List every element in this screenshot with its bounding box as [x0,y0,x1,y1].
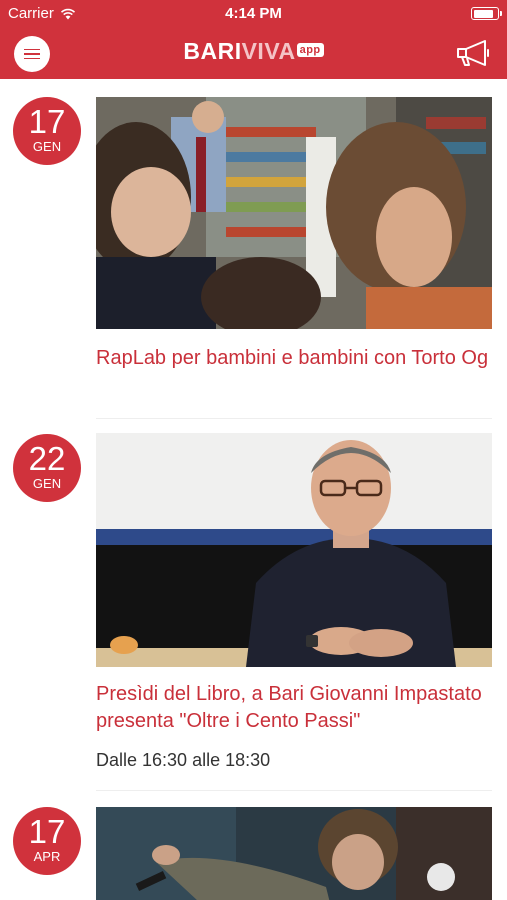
status-bar: Carrier 4:14 PM [0,0,507,26]
app-header: Carrier 4:14 PM BARIVIVA app [0,0,507,79]
event-image-performer[interactable] [96,807,492,900]
status-time: 4:14 PM [225,5,282,22]
app-logo[interactable]: BARIVIVA app [0,38,507,65]
event-card[interactable]: 22 GEN Presìdi del Libro, a Bari Giovann… [0,419,507,791]
event-time: Dalle 16:30 alle 18:30 [96,750,271,770]
event-image-speaker[interactable] [96,433,492,667]
date-day: 22 [28,440,66,477]
event-card[interactable]: 17 GEN RapLab per bambini e bambini con … [0,79,507,419]
date-badge: 17 APR [13,807,81,875]
events-feed[interactable]: 17 GEN RapLab per bambini e bambini con … [0,79,507,900]
date-badge: 22 GEN [13,434,81,502]
battery-icon [471,7,502,20]
logo-app-badge: app [296,43,324,57]
date-day: 17 [28,813,66,850]
event-title[interactable]: Presìdi del Libro, a Bari Giovanni Impas… [96,681,496,735]
date-month: GEN [32,476,62,491]
event-card[interactable]: 17 APR [0,791,507,900]
logo-bari: BARI [183,38,242,64]
date-badge: 17 GEN [13,97,81,165]
megaphone-icon[interactable] [455,38,493,68]
event-image-kids-workshop[interactable] [96,97,492,329]
date-month: GEN [32,139,62,154]
date-day: 17 [28,103,66,140]
logo-viva: VIVA [241,38,296,64]
date-month: APR [33,849,61,864]
battery-level [473,9,494,18]
event-title[interactable]: RapLab per bambini e bambini con Torto O… [96,345,496,372]
